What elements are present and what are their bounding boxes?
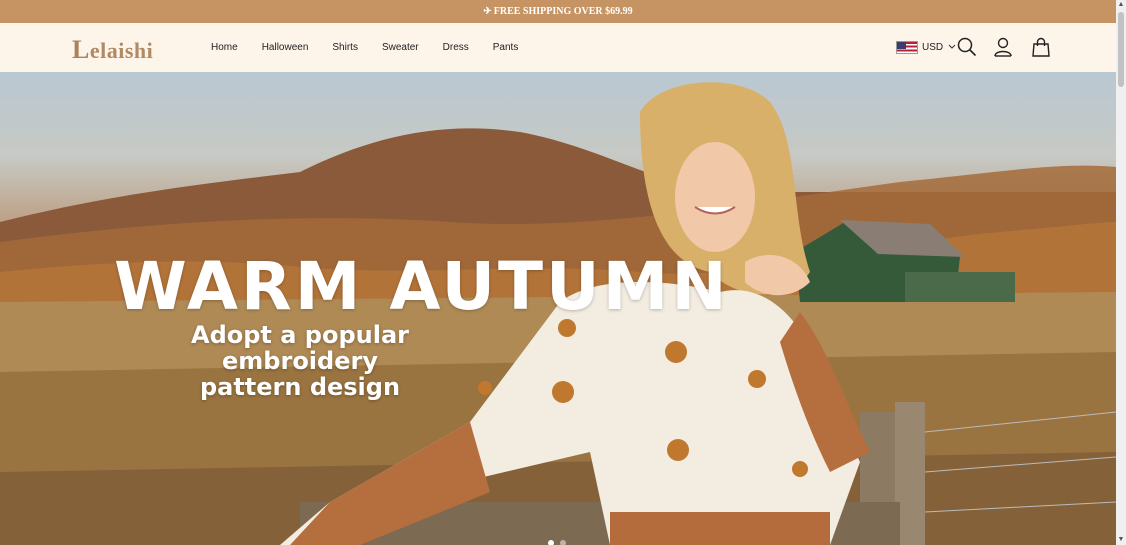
shopping-bag-icon[interactable] (1031, 37, 1051, 57)
nav-sweater[interactable]: Sweater (382, 42, 419, 53)
us-flag-icon[interactable] (896, 41, 918, 54)
logo-rest: elaishi (89, 38, 154, 63)
site-logo[interactable]: Lelaishi (72, 35, 153, 65)
hero-subtitle-line-1: Adopt a popular embroidery (191, 321, 409, 375)
carousel-dots (548, 540, 566, 545)
page-scrollbar[interactable]: ▲ ▼ (1116, 0, 1126, 545)
logo-initial: L (72, 35, 90, 64)
nav-shirts[interactable]: Shirts (332, 42, 358, 53)
scrollbar-thumb[interactable] (1118, 12, 1124, 87)
site-header: Lelaishi Home Halloween Shirts Sweater D… (0, 23, 1116, 72)
hero-subtitle-line-2: pattern design (199, 373, 401, 401)
hero-banner[interactable]: WARM AUTUMN Adopt a popular embroidery p… (0, 72, 1116, 545)
currency-selector[interactable]: USD (922, 42, 943, 53)
nav-pants[interactable]: Pants (493, 42, 519, 53)
hero-subtitle: Adopt a popular embroidery pattern desig… (150, 322, 450, 400)
main-nav: Home Halloween Shirts Sweater Dress Pant… (211, 23, 542, 72)
nav-dress[interactable]: Dress (443, 42, 469, 53)
scroll-up-icon[interactable]: ▲ (1117, 1, 1125, 9)
announcement-bar: ✈ FREE SHIPPING OVER $69.99 (0, 0, 1116, 23)
hero-title: WARM AUTUMN (114, 248, 730, 325)
carousel-dot-1[interactable] (548, 540, 554, 545)
carousel-dot-2[interactable] (560, 540, 566, 545)
announcement-text: FREE SHIPPING OVER $69.99 (493, 6, 633, 17)
chevron-down-icon[interactable] (948, 41, 956, 53)
nav-home[interactable]: Home (211, 42, 238, 53)
airplane-icon: ✈ (483, 6, 492, 17)
search-icon[interactable] (957, 37, 977, 57)
user-icon[interactable] (993, 37, 1013, 57)
nav-halloween[interactable]: Halloween (262, 42, 309, 53)
scroll-down-icon[interactable]: ▼ (1117, 536, 1125, 544)
